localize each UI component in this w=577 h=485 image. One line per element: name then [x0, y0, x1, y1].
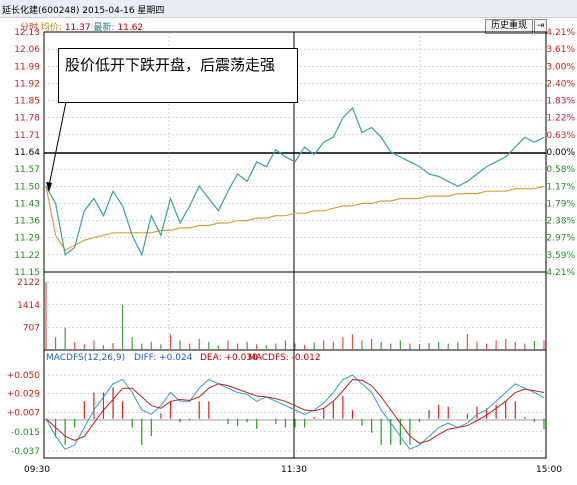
price-tick-label: 11.64 [14, 148, 40, 158]
volume-tick-label: 2122 [17, 278, 40, 288]
price-tick-label: 11.36 [14, 217, 40, 227]
price-tick-label: 11.29 [14, 234, 40, 244]
price-tick-label: 11.71 [14, 131, 40, 141]
percent-tick-label: 1.22% [546, 114, 575, 124]
percent-tick-label: 4.21% [546, 268, 575, 278]
percent-tick-label: 4.21% [546, 28, 575, 38]
percent-tick-label: 0.00% [546, 148, 575, 158]
percent-axis-right: 4.21% 3.61% 3.00% 2.40% 1.83% 1.22% 0.63% 0.00%… [546, 28, 575, 278]
macd-axis: +0.050 +0.029 +0.007 -0.015 -0.037 [7, 371, 546, 457]
time-axis: 09:30 11:30 15:00 [24, 465, 562, 475]
percent-tick-label: 2.97% [546, 234, 575, 244]
price-tick-label: 11.99 [14, 62, 40, 72]
price-tick-label: 11.78 [14, 114, 40, 124]
price-tick-label: 12.13 [14, 28, 40, 38]
time-tick-label: 11:30 [281, 465, 307, 475]
percent-tick-label: 3.59% [546, 251, 575, 261]
percent-tick-label: 0.63% [546, 131, 575, 141]
percent-tick-label: 2.40% [546, 79, 575, 89]
macd-tick-label: +0.007 [7, 409, 40, 419]
price-tick-label: 12.06 [14, 45, 40, 55]
percent-tick-label: 1.79% [546, 199, 575, 209]
avg-price-path [45, 185, 545, 251]
annotation-arrow [46, 101, 67, 192]
annotation-box: 股价低开下跌开盘，后震荡走强 [58, 48, 298, 103]
time-tick-label: 15:00 [536, 465, 562, 475]
dea-line [45, 378, 545, 444]
volume-tick-label: 1414 [17, 301, 40, 311]
price-axis-left: 12.13 12.06 11.99 11.92 11.85 11.78 11.71 11.64… [14, 28, 40, 278]
percent-tick-label: 0.58% [546, 165, 575, 175]
price-tick-label: 11.43 [14, 199, 40, 209]
macd-tick-label: -0.015 [11, 428, 40, 438]
price-tick-label: 11.92 [14, 79, 40, 89]
percent-tick-label: 3.61% [546, 45, 575, 55]
price-tick-label: 11.22 [14, 251, 40, 261]
diff-line [45, 374, 545, 450]
diff-path [45, 374, 545, 450]
macd-header: MACDFS(12,26,9) DIFF: +0.024 DEA: +0.030… [46, 353, 321, 363]
percent-tick-label: 1.17% [546, 182, 575, 192]
percent-tick-label: 1.83% [546, 97, 575, 107]
avg-price-line [45, 185, 545, 251]
percent-tick-label: 3.00% [546, 62, 575, 72]
percent-tick-label: 2.38% [546, 217, 575, 227]
dea-path [45, 378, 545, 444]
price-tick-label: 11.50 [14, 182, 40, 192]
macd-name: MACDFS(12,26,9) [46, 353, 125, 363]
price-tick-label: 11.15 [14, 268, 40, 278]
macd-tick-label: +0.029 [7, 389, 41, 399]
price-tick-label: 11.85 [14, 97, 40, 107]
price-tick-label: 11.57 [14, 165, 40, 175]
time-tick-label: 09:30 [24, 465, 50, 475]
macd-diff-value: DIFF: +0.024 [134, 353, 193, 363]
macd-macd-value: MACDFS: -0.012 [248, 353, 321, 363]
macd-bars [54, 387, 545, 445]
volume-bars [45, 282, 545, 350]
volume-axis: 2122 1414 707 [17, 278, 546, 333]
macd-tick-label: -0.037 [11, 447, 40, 457]
volume-tick-label: 707 [23, 323, 40, 333]
macd-tick-label: +0.050 [7, 371, 41, 381]
